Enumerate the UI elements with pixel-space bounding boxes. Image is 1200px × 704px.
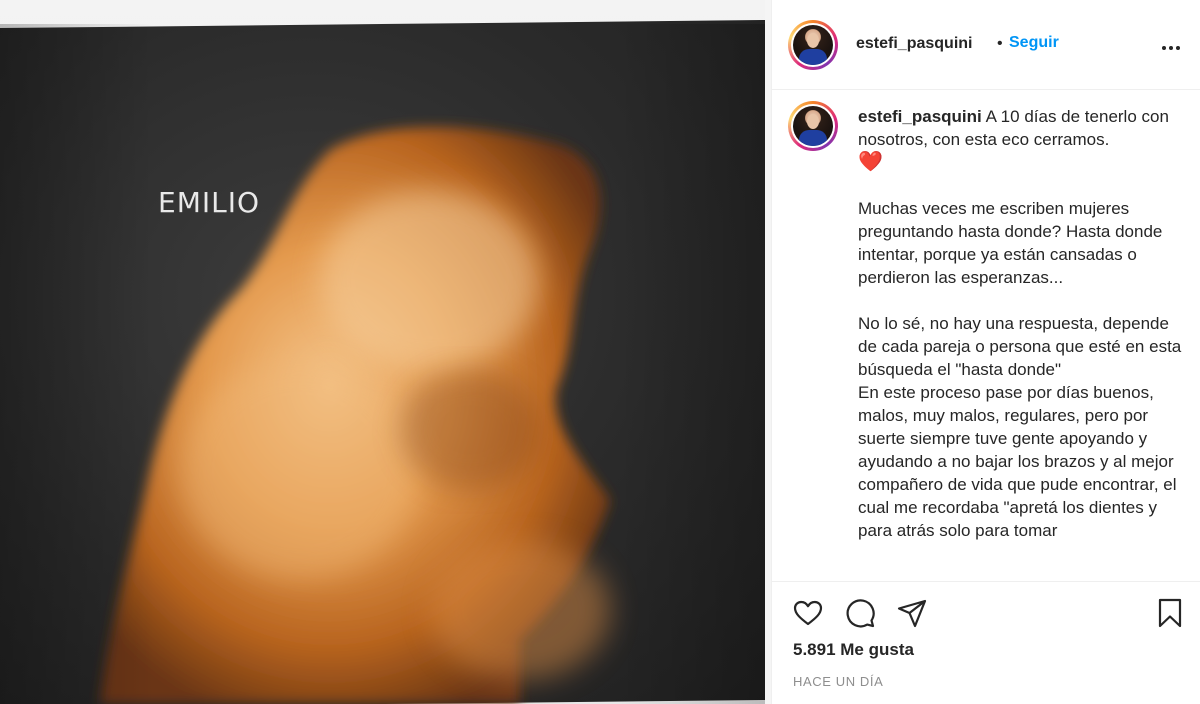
heart-icon[interactable] bbox=[792, 597, 824, 629]
post-image[interactable]: EMILIO bbox=[0, 0, 771, 704]
caption-paragraph-3: No lo sé, no hay una respuesta, depende … bbox=[858, 314, 1182, 379]
avatar[interactable] bbox=[788, 20, 838, 70]
red-heart-emoji-icon: ❤️ bbox=[858, 151, 883, 173]
post-panel: estefi_pasquini • Seguir estefi_pasquini… bbox=[771, 0, 1200, 704]
more-options-icon[interactable] bbox=[1162, 37, 1186, 53]
comment-icon[interactable] bbox=[844, 597, 876, 629]
caption-text: estefi_pasquini A 10 días de tenerlo con… bbox=[858, 105, 1188, 542]
post-username[interactable]: estefi_pasquini bbox=[856, 35, 972, 53]
like-count[interactable]: 5.891 Me gusta bbox=[793, 640, 914, 660]
share-icon[interactable] bbox=[896, 597, 928, 629]
post-actions: 5.891 Me gusta HACE UN DÍA bbox=[772, 581, 1200, 704]
caption-username[interactable]: estefi_pasquini bbox=[858, 107, 982, 126]
caption-paragraph-4: En este proceso pase por días buenos, ma… bbox=[858, 383, 1177, 540]
caption-avatar[interactable] bbox=[788, 101, 838, 151]
follow-button[interactable]: Seguir bbox=[1009, 34, 1059, 52]
scan-vignette bbox=[0, 24, 771, 704]
caption-area[interactable]: estefi_pasquini A 10 días de tenerlo con… bbox=[772, 91, 1200, 581]
scan-label: EMILIO bbox=[158, 186, 261, 219]
post-timestamp[interactable]: HACE UN DÍA bbox=[793, 674, 883, 689]
bookmark-icon[interactable] bbox=[1154, 597, 1186, 629]
caption-paragraph-2: Muchas veces me escriben mujeres pregunt… bbox=[858, 199, 1163, 287]
separator-dot: • bbox=[997, 35, 1003, 52]
post-header: estefi_pasquini • Seguir bbox=[772, 0, 1200, 90]
